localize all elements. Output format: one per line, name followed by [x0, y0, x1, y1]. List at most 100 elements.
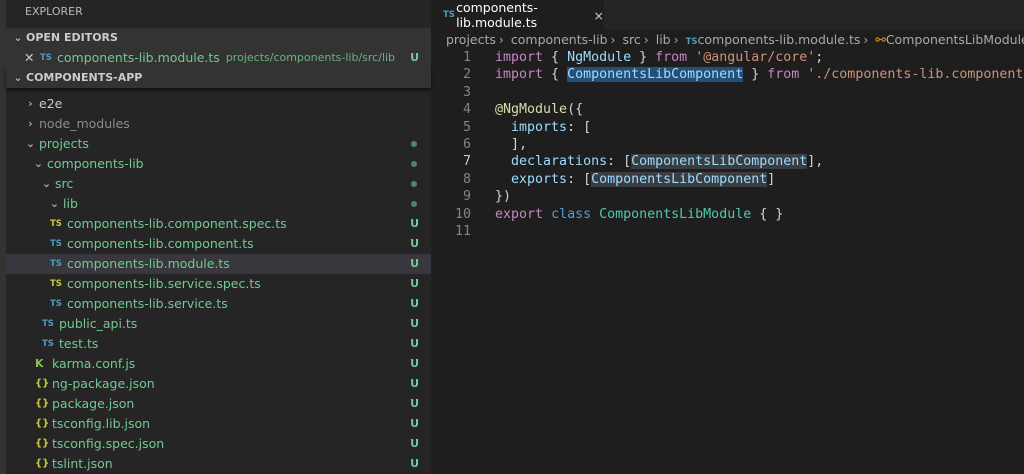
breadcrumb-item[interactable]: src: [623, 32, 641, 47]
code-token: './components-lib.component': [807, 67, 1024, 83]
tab-bar: TS components-lib.module.ts ×: [431, 0, 1024, 30]
tree-item-label: e2e: [39, 96, 63, 111]
tree-item[interactable]: {} tslint.json U: [6, 454, 431, 474]
code-token: ComponentsLibComponent: [631, 154, 808, 170]
code-token: export: [495, 206, 544, 222]
code-token: }: [631, 50, 656, 65]
tree-item[interactable]: ⌄ src: [6, 174, 431, 194]
tree-item-label: projects: [39, 136, 89, 151]
breadcrumb-item[interactable]: components-lib.module.ts: [698, 32, 861, 47]
tree-item-label: lib: [63, 196, 78, 211]
file-tree: › e2e › node_modules ⌄ projects ⌄ components-li…: [6, 94, 431, 474]
tree-item-label: components-lib.component.spec.ts: [67, 216, 287, 231]
close-icon[interactable]: ×: [594, 8, 604, 23]
git-status-badge: U: [410, 257, 419, 270]
tree-item[interactable]: TS components-lib.component.ts U: [6, 234, 431, 254]
chevron-down-icon: ⌄: [25, 137, 36, 150]
tree-item[interactable]: ⌄ projects: [6, 134, 431, 154]
project-header[interactable]: ⌄ COMPONENTS-APP: [6, 68, 431, 88]
git-status-badge: U: [410, 337, 419, 350]
tree-item[interactable]: › e2e: [6, 94, 431, 114]
typescript-file-icon: TS: [50, 259, 62, 269]
tree-item-label: tsconfig.lib.json: [52, 416, 151, 431]
tree-item[interactable]: {} package.json U: [6, 394, 431, 414]
git-status-badge: U: [410, 277, 419, 290]
code-token: imports: [511, 119, 568, 135]
tree-item[interactable]: TS components-lib.service.ts U: [6, 294, 431, 314]
tree-item[interactable]: ⌄ components-lib: [6, 154, 431, 174]
code-token: exports: [511, 171, 568, 187]
code-token: class: [551, 206, 592, 222]
explorer-title: EXPLORER: [25, 5, 83, 18]
code-line: 5 imports: [: [431, 119, 1024, 136]
line-number: 1: [462, 50, 471, 65]
code-token: ],: [495, 136, 528, 152]
tree-item-label: components-lib.module.ts: [67, 256, 230, 271]
tree-item-label: public_api.ts: [59, 316, 138, 331]
typescript-file-icon: TS: [42, 339, 54, 349]
json-file-icon: {}: [35, 458, 50, 469]
code-token: import: [495, 50, 544, 65]
tree-item-label: test.ts: [59, 336, 99, 351]
breadcrumb-item[interactable]: ComponentsLibModule: [886, 32, 1024, 47]
tree-item[interactable]: TS components-lib.service.spec.ts U: [6, 274, 431, 294]
tree-item-label: tslint.json: [52, 456, 113, 471]
breadcrumb-item[interactable]: lib: [656, 32, 671, 47]
code-line: 1 import { NgModule } from '@angular/core…: [431, 49, 1024, 66]
code-token: ComponentsLibComponent: [567, 67, 744, 83]
code-line: 6 ],: [431, 136, 1024, 153]
breadcrumb-item[interactable]: projects: [446, 32, 496, 47]
open-editors-label: OPEN EDITORS: [26, 31, 118, 44]
code-token: }): [495, 189, 512, 205]
open-editors-header[interactable]: ⌄ OPEN EDITORS: [6, 28, 431, 48]
tab-components-lib-module[interactable]: TS components-lib.module.ts ×: [431, 0, 604, 30]
tree-item[interactable]: {} tsconfig.lib.json U: [6, 414, 431, 434]
line-number: 5: [462, 119, 471, 135]
tree-item[interactable]: {} ng-package.json U: [6, 374, 431, 394]
code-token: { }: [751, 206, 784, 222]
code-token: }: [743, 67, 768, 83]
tree-item[interactable]: TS components-lib.component.spec.ts U: [6, 214, 431, 234]
line-number: 7: [462, 154, 471, 170]
code-token: @NgModule: [495, 102, 568, 118]
tree-item[interactable]: › node_modules: [6, 114, 431, 134]
typescript-file-icon: TS: [42, 319, 54, 329]
breadcrumb-item[interactable]: components-lib: [511, 32, 608, 47]
close-icon[interactable]: ✕: [24, 48, 40, 68]
typescript-file-icon: TS: [50, 219, 62, 229]
code-editor[interactable]: 1 import { NgModule } from '@angular/core…: [431, 49, 1024, 240]
tree-item[interactable]: {} tsconfig.spec.json U: [6, 434, 431, 454]
code-token: NgModule: [567, 50, 632, 65]
code-token: '@angular/core': [695, 50, 816, 65]
chevron-right-icon: ›: [28, 117, 33, 130]
open-editor-item[interactable]: ✕ TS components-lib.module.ts projects/c…: [6, 48, 431, 68]
tree-item-label: components-lib.component.ts: [67, 236, 254, 251]
modified-dot-icon: [411, 181, 417, 187]
tree-item-label: src: [55, 176, 74, 191]
tree-item[interactable]: Kkarma.conf.js U: [6, 354, 431, 374]
typescript-file-icon: TS: [50, 239, 62, 249]
code-line: 3: [431, 84, 1024, 101]
modified-dot-icon: [411, 161, 417, 167]
git-status-badge: U: [410, 417, 419, 430]
tree-item[interactable]: TS components-lib.module.ts U: [6, 254, 431, 274]
modified-dot-icon: [411, 141, 417, 147]
tree-item-label: ng-package.json: [52, 376, 155, 391]
line-number: 8: [462, 171, 471, 187]
git-status-badge: U: [410, 377, 419, 390]
tree-item-label: node_modules: [39, 116, 130, 131]
code-line: 10 export class ComponentsLibModule { }: [431, 206, 1024, 223]
tree-item[interactable]: ⌄ lib: [6, 194, 431, 214]
code-token: ({: [567, 102, 584, 118]
tree-item[interactable]: TS public_api.ts U: [6, 314, 431, 334]
line-number: 11: [454, 223, 471, 239]
json-file-icon: {}: [35, 378, 50, 389]
tree-item[interactable]: TS test.ts U: [6, 334, 431, 354]
open-editor-path: projects/components-lib/src/lib: [225, 51, 396, 64]
typescript-file-icon: TS: [443, 10, 455, 20]
git-status-badge: U: [410, 317, 419, 330]
